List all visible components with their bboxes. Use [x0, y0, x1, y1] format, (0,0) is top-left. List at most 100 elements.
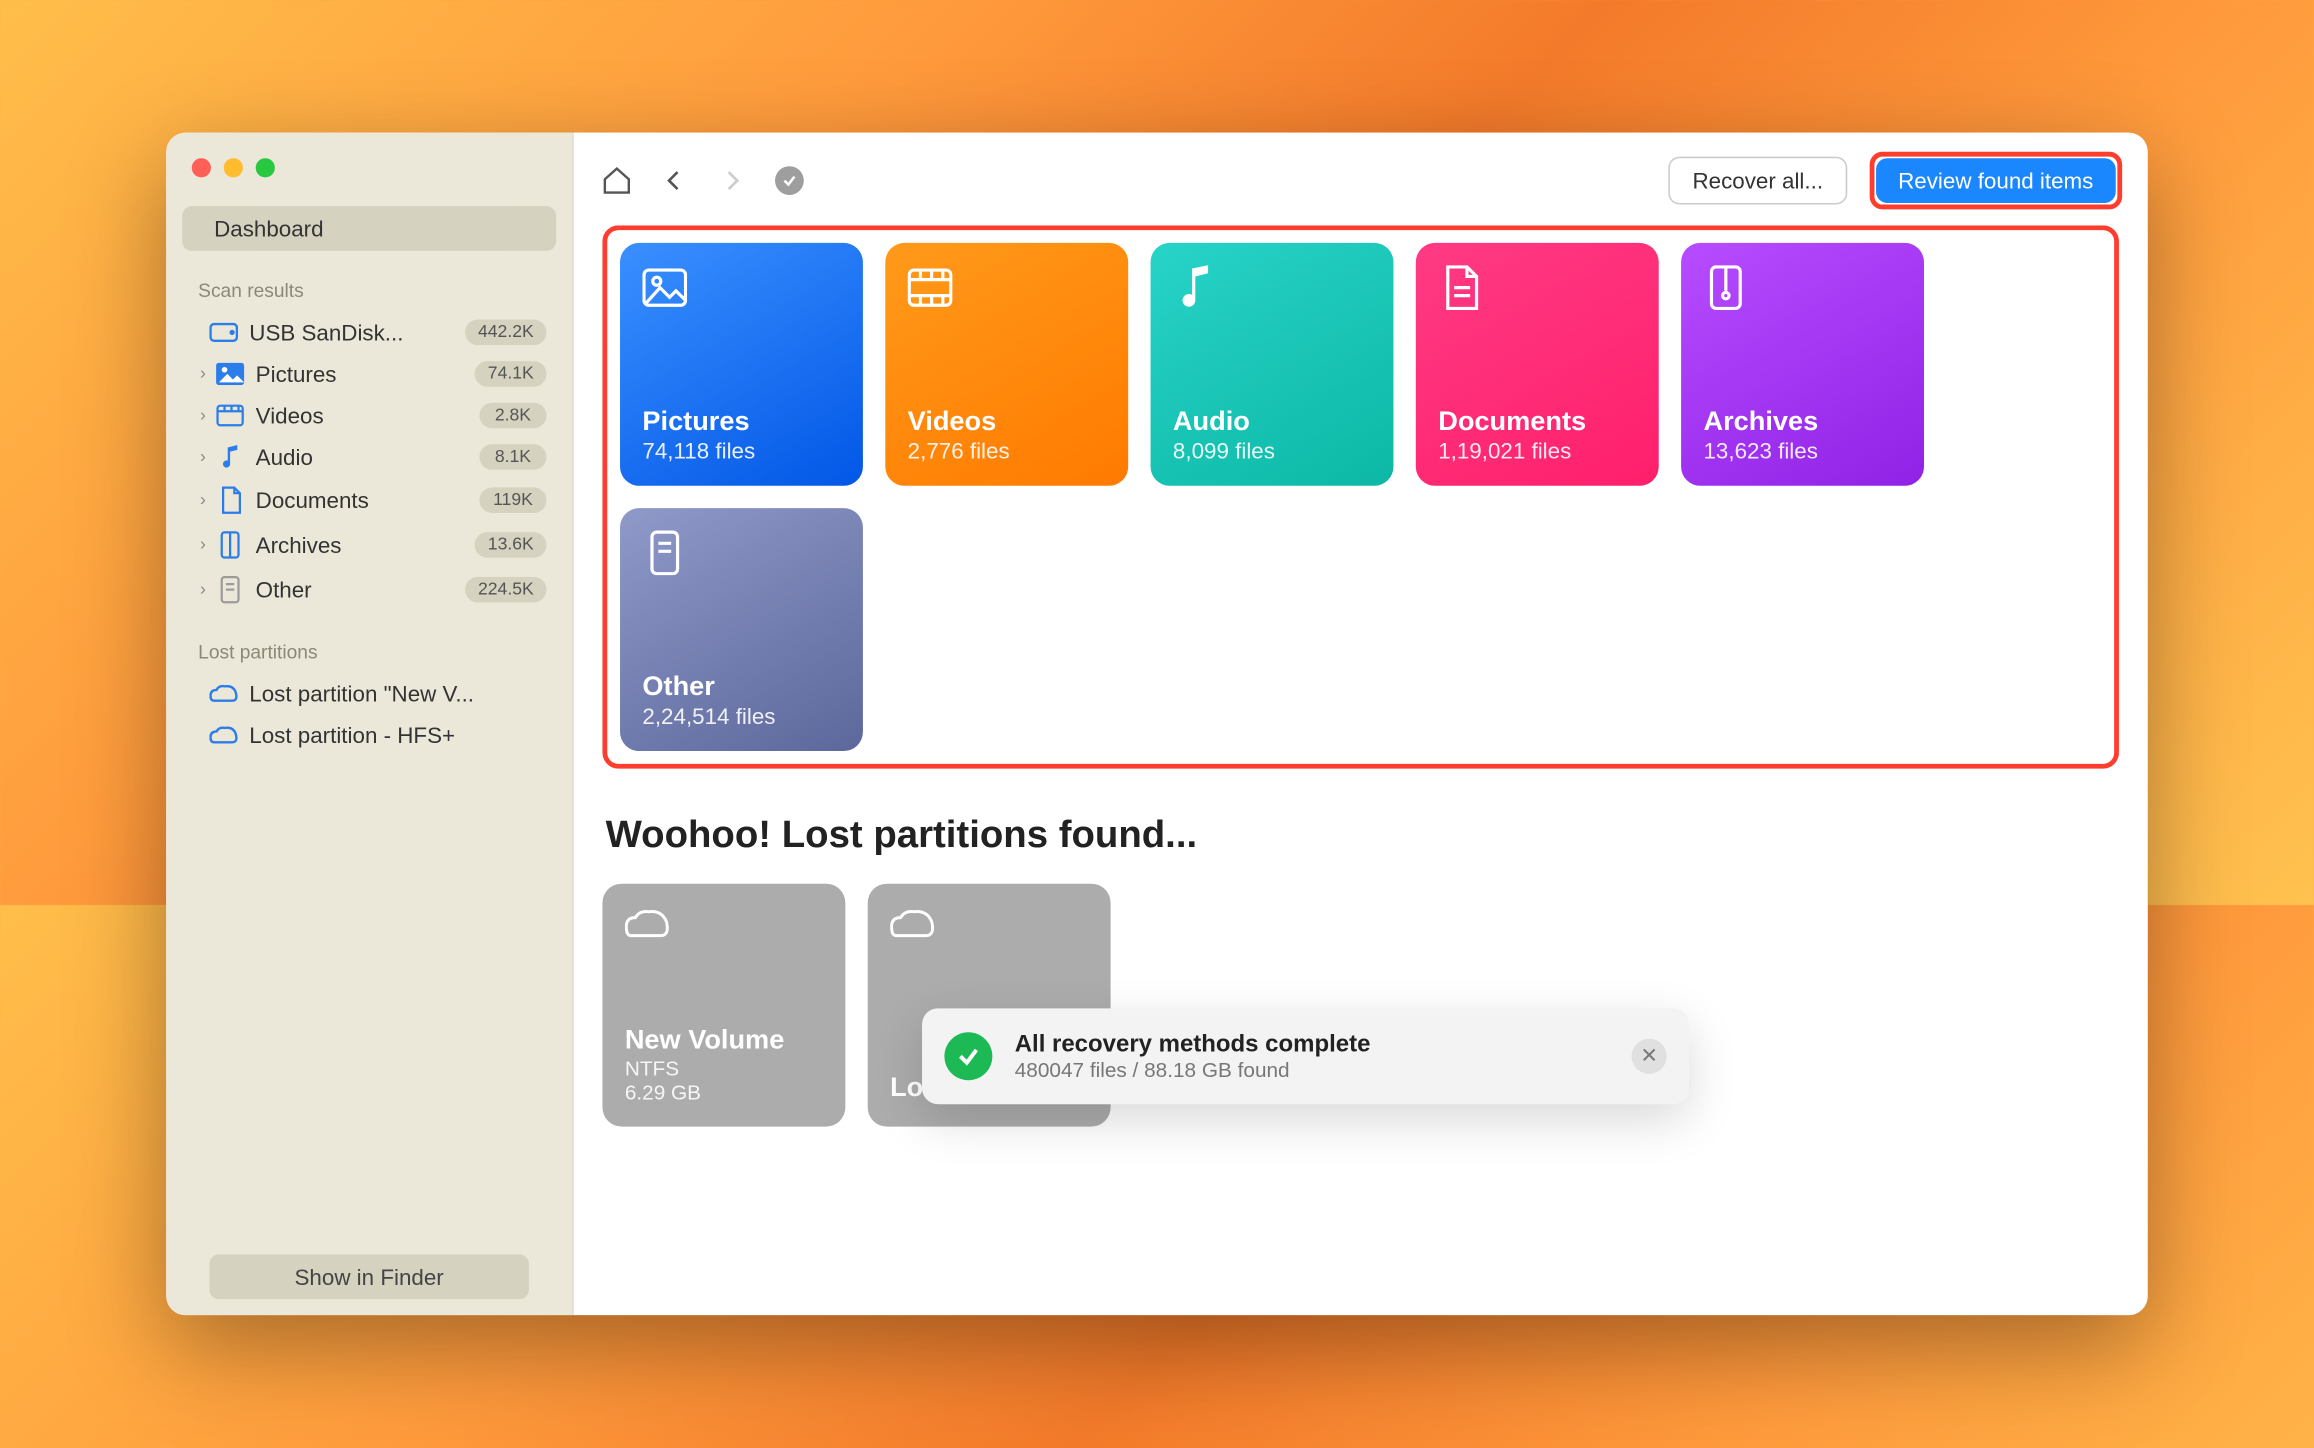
card-subtitle: 1,19,021 files: [1438, 437, 1636, 463]
card-subtitle: 8,099 files: [1173, 437, 1371, 463]
sidebar-item-other[interactable]: › Other 224.5K: [182, 566, 556, 611]
drive-icon: [890, 905, 1088, 948]
sidebar-item-videos[interactable]: › Videos 2.8K: [182, 394, 556, 436]
chevron-right-icon: ›: [192, 405, 214, 424]
review-found-items-button[interactable]: Review found items: [1876, 157, 2116, 202]
toolbar: Recover all... Review found items: [574, 132, 2148, 225]
partition-cards: New Volume NTFS 6.29 GB Lost partiti...: [602, 883, 2119, 1126]
sidebar-item-pictures[interactable]: › Pictures 74.1K: [182, 352, 556, 394]
sidebar-section-lost-partitions: Lost partitions: [182, 611, 556, 672]
chevron-right-icon: ›: [192, 535, 214, 554]
card-archives[interactable]: Archives 13,623 files: [1681, 242, 1924, 485]
document-icon: [214, 485, 246, 514]
sidebar-item-label: Dashboard: [214, 215, 323, 241]
category-cards: Pictures 74,118 files Videos 2,776 files: [620, 242, 2101, 750]
card-title: Videos: [908, 405, 1106, 437]
music-note-icon: [214, 443, 246, 469]
count-badge: 224.5K: [465, 576, 546, 602]
card-subtitle: 74,118 files: [642, 437, 840, 463]
picture-icon: [214, 362, 246, 384]
drive-icon: [208, 683, 240, 702]
sidebar-item-dashboard[interactable]: Dashboard: [182, 205, 556, 250]
card-subtitle: 2,24,514 files: [642, 702, 840, 728]
partition-title: New Volume: [625, 1024, 823, 1056]
sidebar-item-label: Other: [256, 576, 466, 602]
annotation-highlight: Pictures 74,118 files Videos 2,776 files: [602, 225, 2119, 768]
sidebar-section-scan-results: Scan results: [182, 250, 556, 311]
toast-title: All recovery methods complete: [1015, 1030, 1371, 1057]
video-icon: [214, 403, 246, 425]
sidebar-item-lost-partition-2[interactable]: Lost partition - HFS+: [182, 714, 556, 756]
sidebar-item-label: Archives: [256, 531, 475, 557]
count-badge: 13.6K: [475, 531, 547, 557]
card-title: Other: [642, 670, 840, 702]
chevron-right-icon: ›: [192, 579, 214, 598]
count-badge: 2.8K: [479, 402, 546, 428]
sidebar: Dashboard Scan results USB SanDisk... 44…: [166, 132, 573, 1315]
file-icon: [642, 530, 840, 594]
count-badge: 74.1K: [475, 360, 547, 386]
show-in-finder-button[interactable]: Show in Finder: [209, 1254, 529, 1299]
card-documents[interactable]: Documents 1,19,021 files: [1416, 242, 1659, 485]
sidebar-item-label: Documents: [256, 487, 480, 513]
sidebar-item-label: Videos: [256, 402, 480, 428]
drive-icon: [208, 725, 240, 744]
count-badge: 442.2K: [465, 319, 546, 345]
sidebar-item-label: Lost partition - HFS+: [249, 721, 546, 747]
sidebar-item-documents[interactable]: › Documents 119K: [182, 477, 556, 522]
card-audio[interactable]: Audio 8,099 files: [1151, 242, 1394, 485]
partition-card[interactable]: New Volume NTFS 6.29 GB: [602, 883, 845, 1126]
count-badge: 8.1K: [479, 443, 546, 469]
card-title: Pictures: [642, 405, 840, 437]
card-videos[interactable]: Videos 2,776 files: [885, 242, 1128, 485]
close-icon[interactable]: ✕: [1632, 1038, 1667, 1073]
file-icon: [214, 574, 246, 603]
chevron-right-icon: ›: [192, 490, 214, 509]
sidebar-item-audio[interactable]: › Audio 8.1K: [182, 435, 556, 477]
archive-icon: [1703, 264, 1901, 328]
sidebar-item-label: Pictures: [256, 360, 475, 386]
forward-icon: [714, 162, 749, 197]
sidebar-item-archives[interactable]: › Archives 13.6K: [182, 522, 556, 567]
chevron-right-icon: ›: [192, 447, 214, 466]
maximize-window-button[interactable]: [256, 157, 275, 176]
sidebar-item-lost-partition-1[interactable]: Lost partition "New V...: [182, 672, 556, 714]
partition-fs: NTFS: [625, 1055, 823, 1079]
content-area: Pictures 74,118 files Videos 2,776 files: [574, 225, 2148, 1315]
chevron-right-icon: ›: [192, 364, 214, 383]
annotation-highlight: Review found items: [1869, 151, 2122, 209]
back-icon[interactable]: [657, 162, 692, 197]
main-content: Recover all... Review found items Pictur…: [574, 132, 2148, 1315]
sidebar-item-label: Lost partition "New V...: [249, 680, 546, 706]
home-icon[interactable]: [599, 162, 634, 197]
window-controls: [182, 151, 556, 205]
recovery-complete-toast: All recovery methods complete 480047 fil…: [922, 1008, 1689, 1104]
sidebar-item-label: Audio: [256, 443, 480, 469]
music-note-icon: [1173, 264, 1371, 328]
card-title: Documents: [1438, 405, 1636, 437]
partition-size: 6.29 GB: [625, 1079, 823, 1103]
document-icon: [1438, 264, 1636, 328]
card-title: Archives: [1703, 405, 1901, 437]
app-window: Dashboard Scan results USB SanDisk... 44…: [166, 132, 2148, 1315]
picture-icon: [642, 264, 840, 328]
card-subtitle: 13,623 files: [1703, 437, 1901, 463]
recover-all-button[interactable]: Recover all...: [1669, 156, 1848, 204]
archive-icon: [214, 530, 246, 559]
card-pictures[interactable]: Pictures 74,118 files: [620, 242, 863, 485]
drive-icon: [208, 322, 240, 341]
card-other[interactable]: Other 2,24,514 files: [620, 507, 863, 750]
minimize-window-button[interactable]: [224, 157, 243, 176]
sidebar-item-label: USB SanDisk...: [249, 319, 465, 345]
toast-subtitle: 480047 files / 88.18 GB found: [1015, 1057, 1371, 1081]
card-subtitle: 2,776 files: [908, 437, 1106, 463]
card-title: Audio: [1173, 405, 1371, 437]
drive-icon: [625, 905, 823, 948]
toast-text: All recovery methods complete 480047 fil…: [1015, 1030, 1371, 1081]
check-circle-icon: [944, 1032, 992, 1080]
status-check-icon[interactable]: [772, 162, 807, 197]
video-icon: [908, 264, 1106, 328]
sidebar-item-device[interactable]: USB SanDisk... 442.2K: [182, 311, 556, 353]
close-window-button[interactable]: [192, 157, 211, 176]
partitions-heading: Woohoo! Lost partitions found...: [606, 813, 2119, 858]
